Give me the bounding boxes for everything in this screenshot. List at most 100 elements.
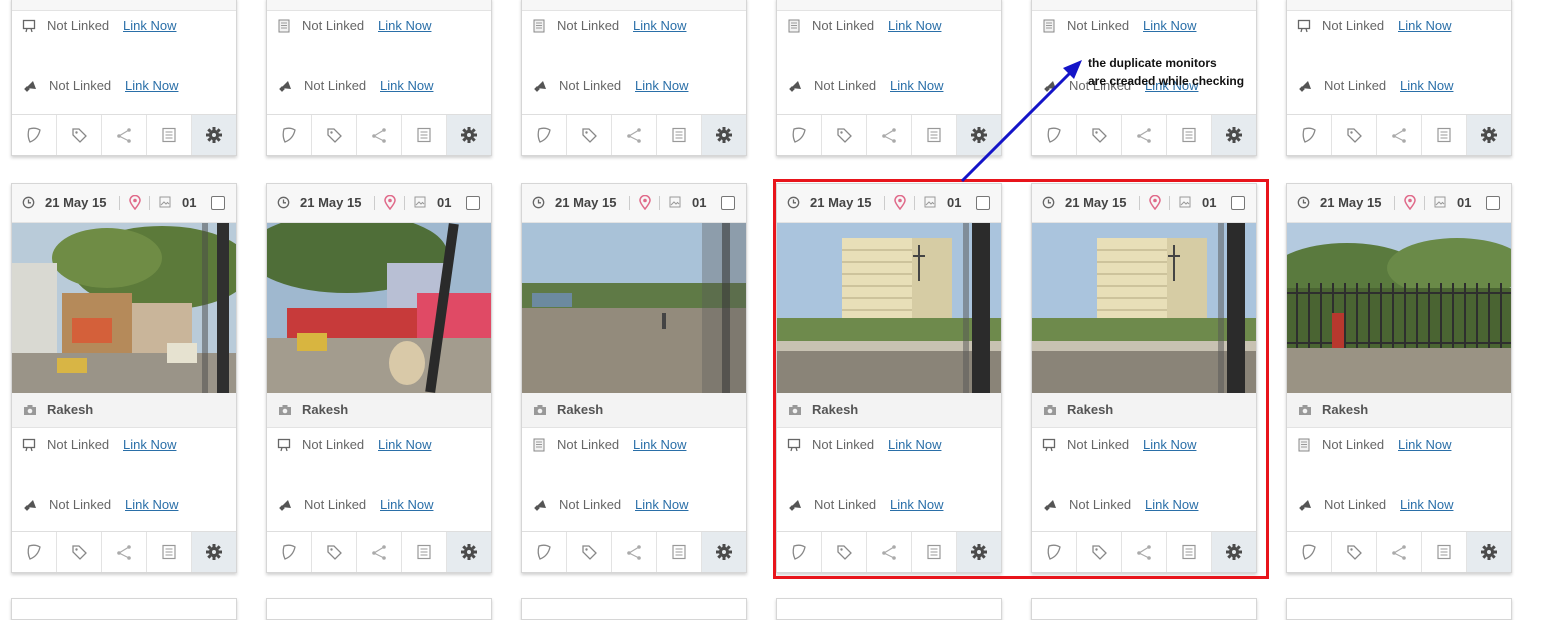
share-button[interactable] xyxy=(102,532,147,572)
settings-button[interactable] xyxy=(192,115,236,155)
list-button[interactable] xyxy=(402,532,447,572)
shield-button[interactable] xyxy=(1287,532,1332,572)
share-button[interactable] xyxy=(102,115,147,155)
link-now-link[interactable]: Link Now xyxy=(378,18,431,33)
select-checkbox[interactable] xyxy=(721,196,735,210)
settings-button[interactable] xyxy=(957,115,1001,155)
settings-button[interactable] xyxy=(702,532,746,572)
image-icon xyxy=(1434,196,1446,208)
tag-button[interactable] xyxy=(1077,115,1122,155)
settings-button[interactable] xyxy=(1467,532,1511,572)
list-button[interactable] xyxy=(147,532,192,572)
link-now-link[interactable]: Link Now xyxy=(635,497,688,512)
link-now-link[interactable]: Link Now xyxy=(380,497,433,512)
owner-bar: Rakesh xyxy=(12,393,236,428)
tag-button[interactable] xyxy=(822,115,867,155)
shield-button[interactable] xyxy=(1287,115,1332,155)
card-toolbar xyxy=(1287,531,1511,572)
tag-button[interactable] xyxy=(567,115,612,155)
share-button[interactable] xyxy=(357,115,402,155)
link-now-link[interactable]: Link Now xyxy=(1398,437,1451,452)
photo-street-with-bus-window[interactable] xyxy=(267,223,491,393)
link-now-link[interactable]: Link Now xyxy=(1398,18,1451,33)
location-pin-icon[interactable] xyxy=(639,195,651,210)
select-checkbox[interactable] xyxy=(211,196,225,210)
card-toolbar xyxy=(12,114,236,155)
tag-button[interactable] xyxy=(1332,532,1377,572)
share-button[interactable] xyxy=(1377,532,1422,572)
link-now-link[interactable]: Link Now xyxy=(633,18,686,33)
settings-button[interactable] xyxy=(447,532,491,572)
card-toolbar xyxy=(12,531,236,572)
share-icon xyxy=(1392,545,1406,560)
location-pin-icon[interactable] xyxy=(129,195,141,210)
tag-button[interactable] xyxy=(57,532,102,572)
list-button[interactable] xyxy=(657,115,702,155)
link-now-link[interactable]: Link Now xyxy=(123,437,176,452)
list-button[interactable] xyxy=(1167,115,1212,155)
shield-button[interactable] xyxy=(267,115,312,155)
settings-button[interactable] xyxy=(1467,115,1511,155)
select-checkbox[interactable] xyxy=(1486,196,1500,210)
tag-button[interactable] xyxy=(312,532,357,572)
link-now-link[interactable]: Link Now xyxy=(1143,18,1196,33)
card-bottom-5 xyxy=(1031,598,1257,620)
share-button[interactable] xyxy=(867,115,912,155)
link-now-link[interactable]: Link Now xyxy=(635,78,688,93)
monitor-link-row: Not Linked Link Now xyxy=(777,16,1001,36)
photo-trees-and-iron-fence[interactable] xyxy=(1287,223,1511,393)
shield-button[interactable] xyxy=(267,532,312,572)
photo-street-with-tree-and-bus[interactable] xyxy=(12,223,236,393)
shield-button[interactable] xyxy=(12,532,57,572)
link-now-link[interactable]: Link Now xyxy=(125,78,178,93)
location-pin-icon[interactable] xyxy=(384,195,396,210)
list-button[interactable] xyxy=(1422,532,1467,572)
capture-date: 21 May 15 xyxy=(45,195,107,210)
tag-button[interactable] xyxy=(312,115,357,155)
list-button[interactable] xyxy=(912,115,957,155)
link-now-link[interactable]: Link Now xyxy=(633,437,686,452)
shield-button[interactable] xyxy=(522,115,567,155)
share-button[interactable] xyxy=(357,532,402,572)
select-checkbox[interactable] xyxy=(466,196,480,210)
link-now-link[interactable]: Link Now xyxy=(378,437,431,452)
link-now-link[interactable]: Link Now xyxy=(1400,497,1453,512)
list-icon xyxy=(672,127,686,143)
share-button[interactable] xyxy=(1122,115,1167,155)
share-button[interactable] xyxy=(612,532,657,572)
location-pin-icon[interactable] xyxy=(1404,195,1416,210)
annotation-note: the duplicate monitors are creaded while… xyxy=(1088,54,1288,90)
clock-icon xyxy=(22,196,35,209)
shield-button[interactable] xyxy=(12,115,57,155)
link-now-link[interactable]: Link Now xyxy=(125,497,178,512)
list-button[interactable] xyxy=(147,115,192,155)
owner-bar: Rakesh xyxy=(522,393,746,428)
settings-button[interactable] xyxy=(1212,115,1256,155)
settings-button[interactable] xyxy=(192,532,236,572)
shield-button[interactable] xyxy=(1032,115,1077,155)
photo-open-road[interactable] xyxy=(522,223,746,393)
not-linked-label: Not Linked xyxy=(559,78,622,93)
tag-icon xyxy=(837,128,852,143)
shield-button[interactable] xyxy=(777,115,822,155)
tag-button[interactable] xyxy=(567,532,612,572)
shield-icon xyxy=(1302,544,1316,560)
monitor-link-row: Not Linked Link Now xyxy=(12,435,236,455)
list-button[interactable] xyxy=(402,115,447,155)
megaphone-icon xyxy=(1299,500,1311,511)
tag-button[interactable] xyxy=(1332,115,1377,155)
settings-button[interactable] xyxy=(447,115,491,155)
link-now-link[interactable]: Link Now xyxy=(1400,78,1453,93)
link-now-link[interactable]: Link Now xyxy=(123,18,176,33)
link-now-link[interactable]: Link Now xyxy=(890,78,943,93)
list-button[interactable] xyxy=(657,532,702,572)
settings-button[interactable] xyxy=(702,115,746,155)
card-header xyxy=(1032,0,1256,11)
share-button[interactable] xyxy=(612,115,657,155)
share-button[interactable] xyxy=(1377,115,1422,155)
link-now-link[interactable]: Link Now xyxy=(888,18,941,33)
tag-button[interactable] xyxy=(57,115,102,155)
list-button[interactable] xyxy=(1422,115,1467,155)
link-now-link[interactable]: Link Now xyxy=(380,78,433,93)
shield-button[interactable] xyxy=(522,532,567,572)
